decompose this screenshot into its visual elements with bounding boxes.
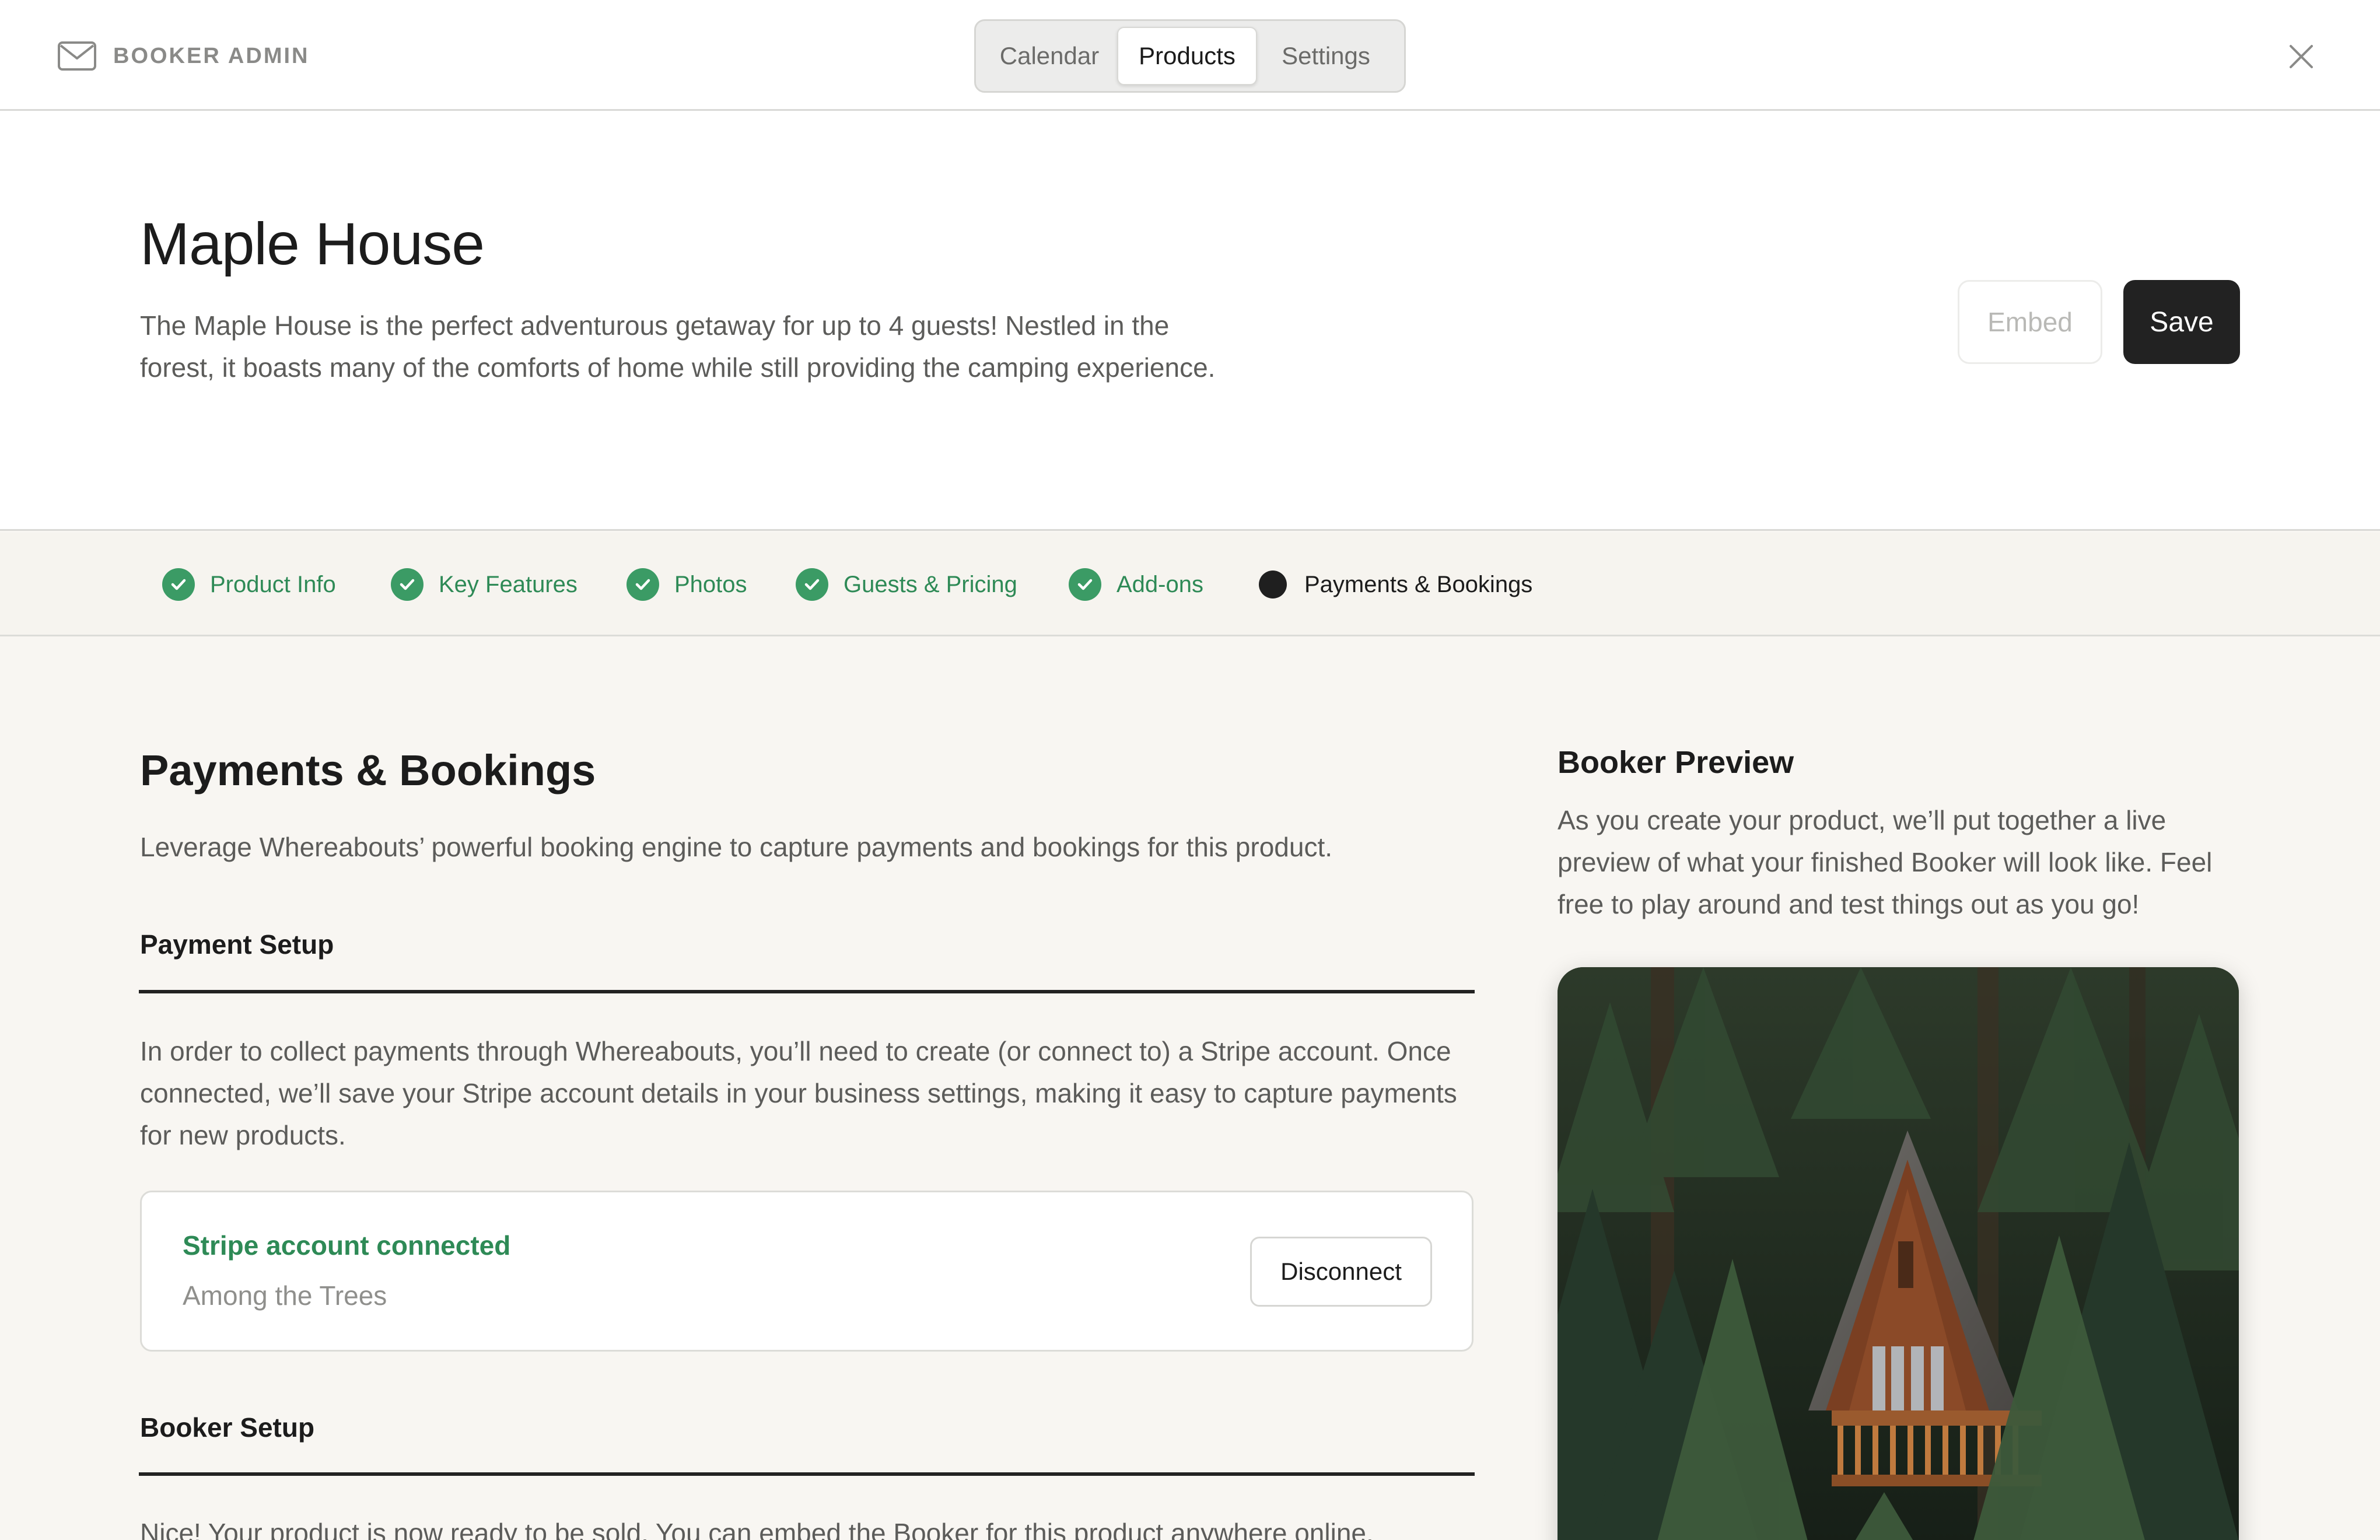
embed-button[interactable]: Embed	[1958, 280, 2102, 364]
cabin-photo	[1558, 967, 2239, 1540]
step-label: Guests & Pricing	[844, 571, 1017, 597]
step-label: Add-ons	[1116, 571, 1203, 597]
progress-steps: Product Info Key Features Photos Guests …	[0, 533, 2380, 636]
current-step-dot-icon	[1259, 570, 1287, 598]
stripe-status: Stripe account connected	[183, 1230, 511, 1261]
step-label: Product Info	[210, 571, 336, 597]
brand-label: BOOKER ADMIN	[113, 43, 310, 68]
close-icon	[2290, 45, 2313, 68]
step-guests-pricing[interactable]: Guests & Pricing	[796, 533, 1017, 636]
step-photos[interactable]: Photos	[626, 533, 747, 636]
booker-setup-text: Nice! Your product is now ready to be so…	[140, 1518, 1374, 1540]
preview-title: Booker Preview	[1558, 745, 1794, 780]
tab-products[interactable]: Products	[1117, 27, 1257, 85]
preview-description: As you create your product, we’ll put to…	[1558, 805, 2213, 919]
top-bar: BOOKER ADMIN Calendar Products Settings	[0, 0, 2380, 111]
step-label: Photos	[674, 571, 747, 597]
check-circle-icon	[391, 568, 424, 601]
tab-calendar[interactable]: Calendar	[982, 27, 1117, 85]
product-header: Maple House The Maple House is the perfe…	[0, 111, 2380, 531]
step-label: Key Features	[439, 571, 578, 597]
envelope-icon	[58, 41, 96, 71]
divider	[139, 990, 1475, 993]
booker-setup-heading: Booker Setup	[140, 1412, 315, 1443]
step-add-ons[interactable]: Add-ons	[1069, 533, 1203, 636]
step-key-features[interactable]: Key Features	[391, 533, 578, 636]
booker-preview-image	[1558, 967, 2239, 1540]
product-description: The Maple House is the perfect adventuro…	[140, 310, 1216, 383]
stripe-account-card: Stripe account connected Among the Trees…	[140, 1191, 1474, 1352]
close-button[interactable]	[2286, 41, 2317, 72]
check-circle-icon	[1069, 568, 1101, 601]
check-circle-icon	[626, 568, 659, 601]
disconnect-button[interactable]: Disconnect	[1250, 1237, 1432, 1307]
step-product-info[interactable]: Product Info	[162, 533, 336, 636]
stripe-account-name: Among the Trees	[183, 1280, 387, 1311]
step-payments-bookings[interactable]: Payments & Bookings	[1256, 533, 1532, 636]
check-circle-icon	[162, 568, 195, 601]
save-button[interactable]: Save	[2123, 280, 2240, 364]
step-label: Payments & Bookings	[1304, 571, 1533, 597]
check-circle-icon	[796, 568, 828, 601]
payment-setup-heading: Payment Setup	[140, 929, 334, 960]
section-title: Payments & Bookings	[140, 746, 596, 794]
brand[interactable]: BOOKER ADMIN	[57, 38, 309, 74]
tab-settings[interactable]: Settings	[1257, 27, 1395, 85]
divider	[139, 1472, 1475, 1476]
payment-setup-text: In order to collect payments through Whe…	[140, 1036, 1457, 1150]
section-description: Leverage Whereabouts’ powerful booking e…	[140, 832, 1333, 862]
main-nav-tabs: Calendar Products Settings	[974, 19, 1406, 93]
page-title: Maple House	[140, 211, 485, 277]
